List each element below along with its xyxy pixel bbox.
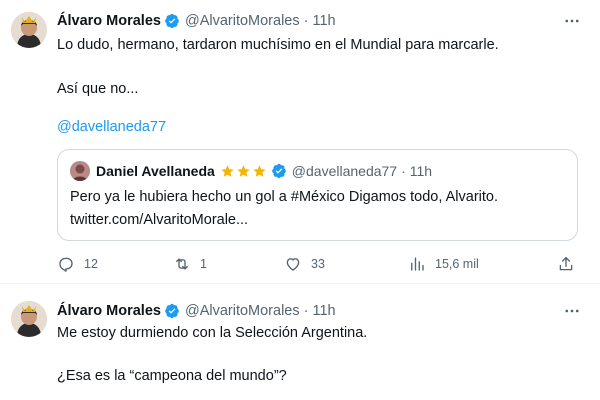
verified-badge-icon bbox=[164, 303, 180, 319]
quoted-tweet-header: Daniel Avellaneda @davellaneda77 · 11h bbox=[70, 161, 432, 181]
star-icon bbox=[237, 164, 250, 177]
quoted-link[interactable]: twitter.com/AlvaritoMorale... bbox=[70, 212, 248, 228]
separator-dot: · bbox=[303, 303, 309, 319]
avatar-image bbox=[11, 12, 47, 48]
retweet-count: 1 bbox=[200, 257, 207, 271]
quoted-timestamp[interactable]: 11h bbox=[410, 163, 432, 179]
avatar[interactable] bbox=[11, 301, 47, 337]
more-dots-icon[interactable] bbox=[562, 11, 582, 31]
author-handle[interactable]: @AlvaritoMorales bbox=[185, 13, 300, 29]
views-count: 15,6 mil bbox=[435, 257, 479, 271]
retweet-button[interactable]: 1 bbox=[173, 254, 207, 274]
reply-button[interactable]: 12 bbox=[57, 254, 98, 274]
quoted-author-handle[interactable]: @davellaneda77 bbox=[292, 163, 397, 179]
retweet-icon bbox=[176, 258, 188, 270]
separator-dot: · bbox=[401, 163, 406, 179]
star-icon bbox=[253, 164, 266, 177]
avatar[interactable] bbox=[11, 12, 47, 48]
like-button[interactable]: 33 bbox=[284, 254, 325, 274]
tweet-text-line: Así que no... bbox=[57, 81, 139, 97]
quoted-text-line: Pero ya le hubiera hecho un gol a #Méxic… bbox=[70, 189, 498, 205]
quoted-tweet[interactable]: Daniel Avellaneda @davellaneda77 · 11h P… bbox=[57, 149, 578, 241]
author-name[interactable]: Álvaro Morales bbox=[57, 303, 161, 319]
quoted-avatar bbox=[70, 161, 90, 181]
separator-dot: · bbox=[303, 13, 309, 29]
star-badges bbox=[219, 164, 267, 179]
reply-icon bbox=[59, 257, 73, 272]
star-icon bbox=[221, 164, 234, 177]
tweet-text-line: Lo dudo, hermano, tardaron muchísimo en … bbox=[57, 37, 499, 53]
tweet-text-line: Me estoy durmiendo con la Selección Arge… bbox=[57, 325, 368, 341]
mention-link[interactable]: @davellaneda77 bbox=[57, 119, 166, 135]
tweet[interactable]: Álvaro Morales @AlvaritoMorales · 11h Lo… bbox=[0, 0, 600, 283]
like-count: 33 bbox=[311, 257, 325, 271]
timestamp[interactable]: 11h bbox=[312, 13, 335, 29]
tweet-text-line: ¿Esa es la “campeona del mundo”? bbox=[57, 368, 287, 384]
author-handle[interactable]: @AlvaritoMorales bbox=[185, 303, 300, 319]
action-bar: 12 1 33 15,6 mil bbox=[57, 254, 578, 274]
tweet-header: Álvaro Morales @AlvaritoMorales · 11h bbox=[57, 11, 336, 31]
verified-badge-icon bbox=[164, 13, 180, 29]
heart-icon bbox=[286, 258, 300, 271]
share-button[interactable] bbox=[557, 254, 575, 274]
timestamp[interactable]: 11h bbox=[312, 303, 335, 319]
avatar-image bbox=[11, 301, 47, 337]
more-dots-icon[interactable] bbox=[562, 301, 582, 321]
tweet[interactable]: Álvaro Morales @AlvaritoMorales · 11h Me… bbox=[0, 283, 600, 400]
share-icon bbox=[559, 256, 573, 271]
author-name[interactable]: Álvaro Morales bbox=[57, 13, 161, 29]
views-bar-icon bbox=[411, 257, 424, 271]
tweet-header: Álvaro Morales @AlvaritoMorales · 11h bbox=[57, 301, 336, 321]
quoted-author-name[interactable]: Daniel Avellaneda bbox=[96, 163, 215, 179]
reply-count: 12 bbox=[84, 257, 98, 271]
views-button[interactable]: 15,6 mil bbox=[408, 254, 479, 274]
verified-badge-icon bbox=[271, 163, 287, 179]
